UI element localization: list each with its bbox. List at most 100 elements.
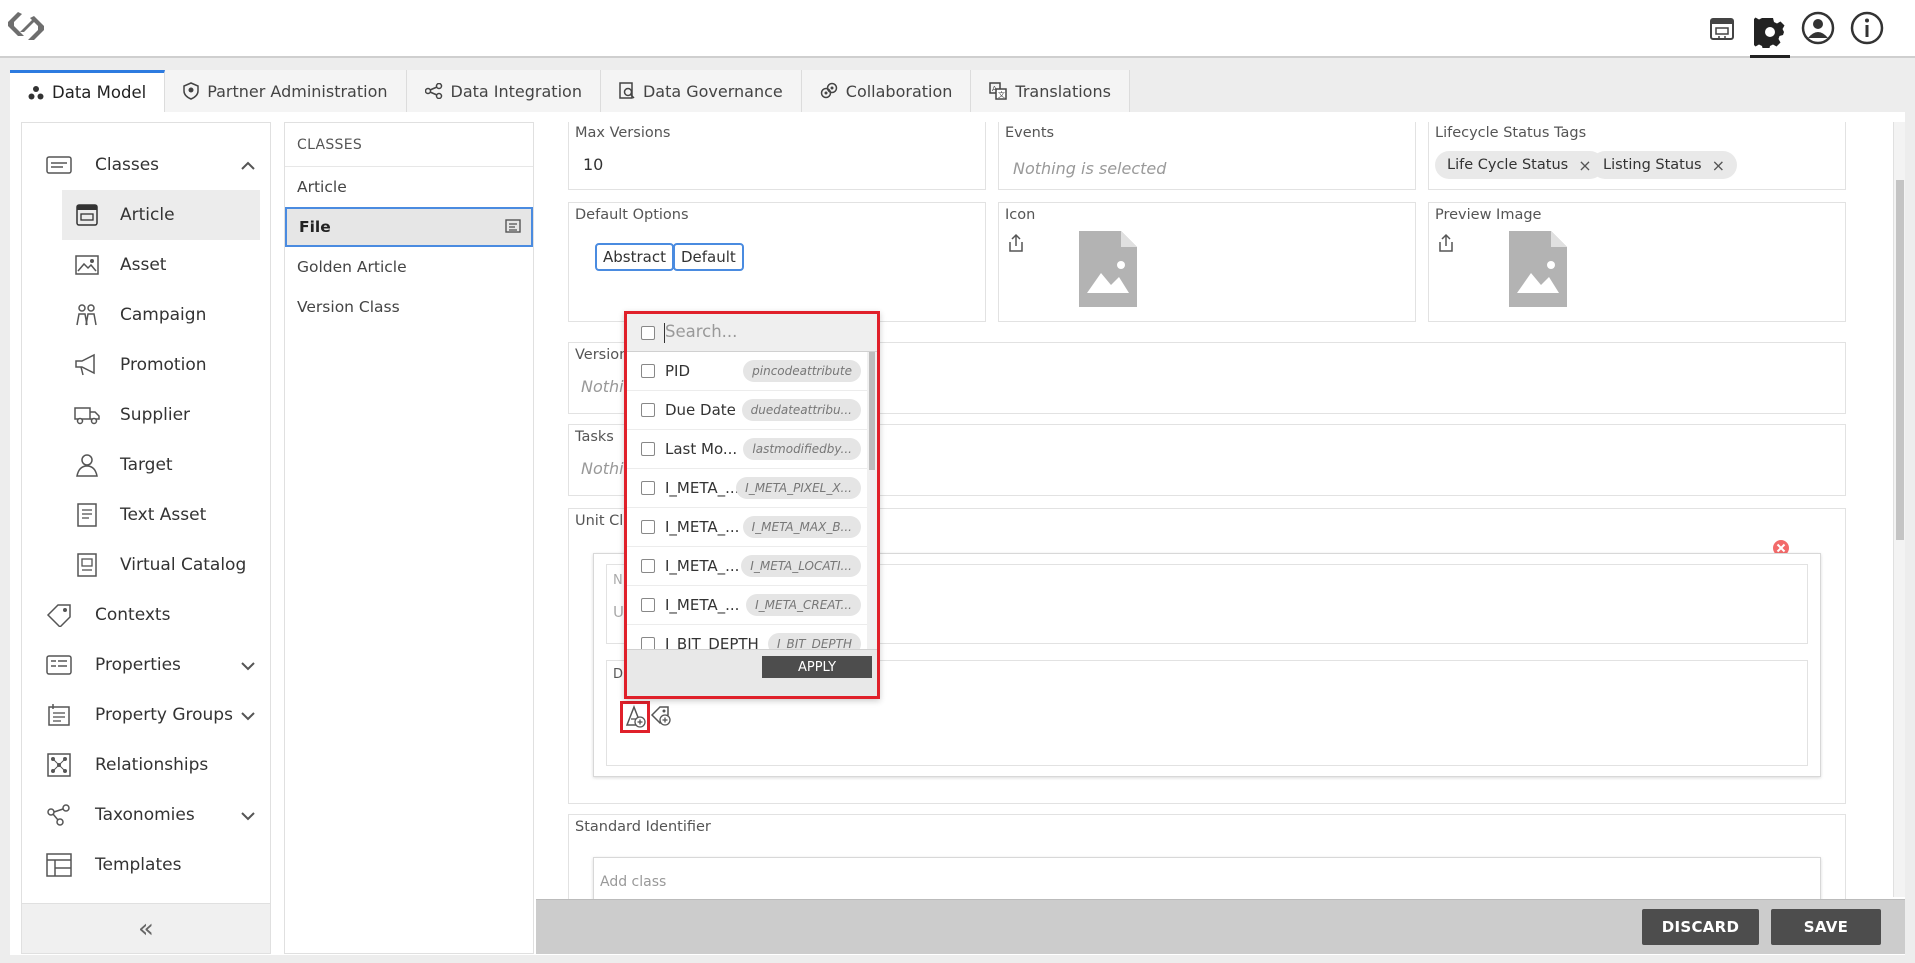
- item-checkbox[interactable]: [641, 520, 655, 534]
- tab-partner-administration[interactable]: Partner Administration: [165, 70, 407, 112]
- sidebar-item-supplier[interactable]: Supplier: [62, 390, 260, 440]
- chevron-up-icon[interactable]: [240, 156, 256, 176]
- tab-translations[interactable]: A文 Translations: [971, 70, 1130, 112]
- class-item-article[interactable]: Article: [285, 167, 533, 207]
- sidebar-item-article[interactable]: Article: [62, 190, 260, 240]
- sidebar-item-label: Asset: [120, 255, 167, 275]
- field-label: D: [613, 667, 624, 682]
- chevron-down-icon[interactable]: [240, 706, 256, 726]
- item-checkbox[interactable]: [641, 598, 655, 612]
- classes-panel: CLASSES Article File Golden Article Vers…: [284, 122, 534, 954]
- tab-label: Data Model: [52, 83, 147, 102]
- list-item[interactable]: I_META_... I_META_MAX_B...: [627, 508, 867, 547]
- abstract-option-button[interactable]: Abstract: [595, 243, 674, 271]
- item-checkbox[interactable]: [641, 403, 655, 417]
- sidebar-item-campaign[interactable]: Campaign: [62, 290, 260, 340]
- logo-icon[interactable]: [4, 8, 50, 46]
- nav-item-classes[interactable]: Classes: [22, 140, 270, 190]
- chevron-down-icon[interactable]: [240, 656, 256, 676]
- class-item-file[interactable]: File: [285, 207, 533, 247]
- discard-button[interactable]: DISCARD: [1642, 909, 1759, 945]
- add-tag-icon[interactable]: [649, 703, 673, 727]
- relationships-icon: [46, 752, 72, 778]
- sidebar-item-virtual-catalog[interactable]: Virtual Catalog: [62, 540, 260, 590]
- list-item[interactable]: I_META_... I_META_LOCATI...: [627, 547, 867, 586]
- item-checkbox[interactable]: [641, 364, 655, 378]
- upload-icon[interactable]: [1007, 233, 1025, 253]
- module-tabs: Data Model Partner Administration Data I…: [10, 70, 1130, 112]
- main-area: Classes Article Asset Campaign Promotion…: [10, 112, 1905, 955]
- remove-tag-icon[interactable]: ×: [1712, 156, 1725, 175]
- upload-icon[interactable]: [1437, 233, 1455, 253]
- class-item-version-class[interactable]: Version Class: [285, 287, 533, 327]
- nav-item-contexts[interactable]: Contexts: [22, 590, 270, 640]
- apply-button[interactable]: APPLY: [762, 656, 872, 678]
- item-id-pill: lastmodifiedby...: [743, 438, 861, 460]
- events-placeholder: Nothing is selected: [1013, 159, 1167, 178]
- field-label: Version: [575, 347, 629, 363]
- tasks-placeholder: Nothi: [581, 459, 624, 478]
- edit-list-icon[interactable]: [505, 219, 521, 237]
- list-item[interactable]: I_META_... I_META_CREAT...: [627, 586, 867, 625]
- article-icon: [74, 202, 100, 228]
- collapse-sidebar-button[interactable]: «: [22, 903, 270, 953]
- list-item[interactable]: I_META_... I_META_PIXEL_X...: [627, 469, 867, 508]
- popup-scrollbar[interactable]: [867, 352, 877, 649]
- nav-item-templates[interactable]: Templates: [22, 840, 270, 890]
- list-item[interactable]: Due Date duedateattribu...: [627, 391, 867, 430]
- item-checkbox[interactable]: [641, 481, 655, 495]
- save-button[interactable]: SAVE: [1771, 909, 1881, 945]
- tab-collaboration[interactable]: Collaboration: [801, 70, 972, 112]
- catalog-icon[interactable]: [1702, 8, 1742, 48]
- image-icon: [74, 252, 100, 278]
- scrollbar-thumb[interactable]: [1896, 180, 1904, 540]
- item-checkbox[interactable]: [641, 637, 655, 649]
- gear-icon[interactable]: [1750, 8, 1790, 58]
- scrollbar-thumb[interactable]: [869, 352, 875, 470]
- item-id-pill: I_META_CREAT...: [746, 594, 861, 616]
- action-bar: DISCARD SAVE: [536, 899, 1905, 954]
- max-versions-field[interactable]: Max Versions 10: [568, 122, 986, 190]
- item-id-pill: duedateattribu...: [741, 399, 861, 421]
- select-all-checkbox[interactable]: [641, 326, 655, 340]
- sidebar-item-label: Article: [120, 205, 175, 225]
- tab-data-governance[interactable]: Data Governance: [600, 70, 802, 112]
- search-input[interactable]: Search...: [665, 322, 737, 341]
- nav-item-property-groups[interactable]: Property Groups: [22, 690, 270, 740]
- sidebar-item-asset[interactable]: Asset: [62, 240, 260, 290]
- list-item[interactable]: PID pincodeattribute: [627, 352, 867, 391]
- sidebar-item-target[interactable]: Target: [62, 440, 260, 490]
- class-item-golden-article[interactable]: Golden Article: [285, 247, 533, 287]
- taxonomies-icon: [46, 802, 72, 828]
- item-checkbox[interactable]: [641, 442, 655, 456]
- attribute-picker-popup: Search... PID pincodeattribute Due Date …: [624, 311, 880, 699]
- item-checkbox[interactable]: [641, 559, 655, 573]
- remove-tag-icon[interactable]: ×: [1578, 156, 1591, 175]
- info-icon[interactable]: [1847, 8, 1887, 48]
- top-bar: [0, 0, 1915, 58]
- events-field[interactable]: Events Nothing is selected: [998, 122, 1416, 190]
- list-item[interactable]: I_BIT_DEPTH I_BIT_DEPTH: [627, 625, 867, 649]
- sidebar-item-text-asset[interactable]: Text Asset: [62, 490, 260, 540]
- image-placeholder-icon: [1079, 231, 1137, 307]
- detail-scrollbar[interactable]: [1893, 122, 1905, 897]
- tab-data-model[interactable]: Data Model: [10, 70, 166, 112]
- class-label: Version Class: [297, 298, 400, 316]
- popup-footer: APPLY: [627, 649, 877, 696]
- sidebar-item-promotion[interactable]: Promotion: [62, 340, 260, 390]
- item-id-pill: I_BIT_DEPTH: [767, 633, 861, 649]
- tab-data-integration[interactable]: Data Integration: [406, 70, 601, 112]
- translate-icon: A文: [989, 82, 1008, 100]
- nav-item-relationships[interactable]: Relationships: [22, 740, 270, 790]
- nav-item-properties[interactable]: Properties: [22, 640, 270, 690]
- chevron-down-icon[interactable]: [240, 806, 256, 826]
- nav-item-taxonomies[interactable]: Taxonomies: [22, 790, 270, 840]
- user-icon[interactable]: [1798, 8, 1838, 48]
- add-class-placeholder: Add class: [600, 874, 667, 890]
- max-versions-value[interactable]: 10: [583, 155, 603, 174]
- list-item[interactable]: Last Mo... lastmodifiedby...: [627, 430, 867, 469]
- megaphone-icon: [74, 352, 100, 378]
- item-name: I_META_...: [665, 596, 740, 614]
- lifecycle-status-tags-field[interactable]: Lifecycle Status Tags Life Cycle Status …: [1428, 122, 1846, 190]
- default-option-button[interactable]: Default: [673, 243, 744, 271]
